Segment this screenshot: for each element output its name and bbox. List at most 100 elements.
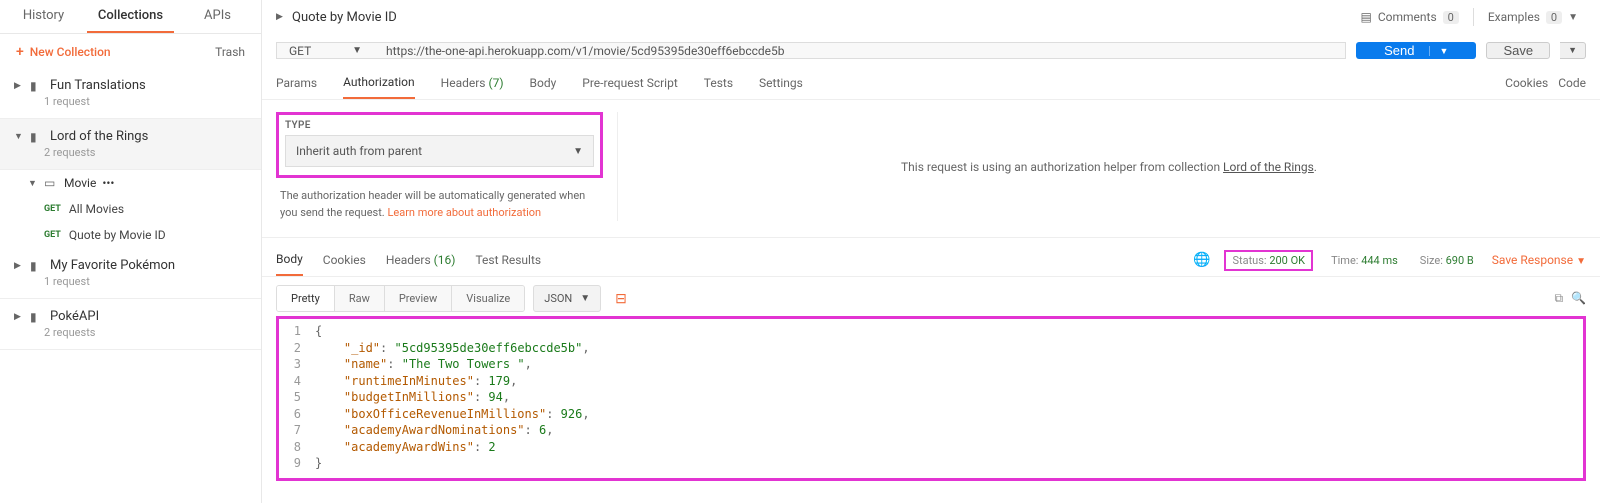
line-number: 2 bbox=[279, 340, 315, 357]
method-badge: GET bbox=[44, 204, 61, 214]
collection-name: PokéAPI bbox=[50, 309, 99, 324]
copy-icon[interactable]: ⧉ bbox=[1554, 291, 1563, 306]
plus-icon: + bbox=[16, 44, 24, 60]
chevron-down-icon[interactable]: ▼ bbox=[1429, 46, 1449, 56]
chevron-right-icon: ▶ bbox=[14, 261, 24, 271]
code-line: 4 "runtimeInMinutes": 179, bbox=[279, 373, 1583, 390]
auth-type-value: Inherit auth from parent bbox=[296, 144, 422, 158]
resp-headers-label: Headers bbox=[386, 253, 431, 267]
size-value: 690 B bbox=[1446, 254, 1474, 267]
method-value: GET bbox=[289, 44, 311, 58]
time-value: 444 ms bbox=[1361, 254, 1398, 267]
method-select[interactable]: GET ▼ bbox=[276, 42, 374, 59]
resp-tab-cookies[interactable]: Cookies bbox=[323, 245, 366, 275]
view-raw[interactable]: Raw bbox=[335, 286, 385, 311]
breadcrumb-title: Quote by Movie ID bbox=[292, 10, 397, 25]
auth-type-select[interactable]: Inherit auth from parent ▼ bbox=[285, 135, 594, 167]
save-response-button[interactable]: Save Response ▼ bbox=[1492, 253, 1586, 267]
line-number: 6 bbox=[279, 406, 315, 423]
collection-sub: 1 request bbox=[44, 275, 247, 288]
divider bbox=[1473, 8, 1474, 26]
folder-icon: ▮ bbox=[30, 130, 44, 144]
headers-count: (7) bbox=[488, 76, 503, 90]
size-meta: Size: 690 B bbox=[1416, 252, 1478, 269]
code-line: 8 "academyAwardWins": 2 bbox=[279, 439, 1583, 456]
size-label: Size: bbox=[1420, 254, 1443, 267]
tab-tests[interactable]: Tests bbox=[704, 68, 733, 98]
chevron-down-icon: ▼ bbox=[14, 131, 24, 142]
tab-prerequest[interactable]: Pre-request Script bbox=[582, 68, 677, 98]
format-select[interactable]: JSON ▼ bbox=[533, 285, 601, 312]
view-pretty[interactable]: Pretty bbox=[277, 286, 335, 311]
tab-body[interactable]: Body bbox=[530, 68, 557, 98]
tab-apis[interactable]: APIs bbox=[174, 0, 261, 33]
globe-icon[interactable]: 🌐 bbox=[1193, 252, 1210, 268]
examples-count: 0 bbox=[1546, 11, 1562, 24]
tab-headers[interactable]: Headers (7) bbox=[441, 68, 504, 98]
save-button[interactable]: Save bbox=[1486, 42, 1550, 59]
more-icon[interactable]: ••• bbox=[102, 176, 114, 190]
topbar: ▶ Quote by Movie ID ▤ Comments 0 Example… bbox=[262, 0, 1600, 32]
auth-description: The authorization header will be automat… bbox=[276, 188, 603, 221]
wrap-lines-icon[interactable]: ⊟ bbox=[611, 287, 631, 311]
auth-parent-link[interactable]: Lord of the Rings bbox=[1223, 160, 1314, 174]
line-number: 7 bbox=[279, 422, 315, 439]
examples-button[interactable]: Examples 0 ▼ bbox=[1480, 6, 1586, 28]
code-line: 9} bbox=[279, 455, 1583, 472]
chevron-down-icon: ▼ bbox=[573, 146, 583, 157]
response-view-row: Pretty Raw Preview Visualize JSON ▼ ⊟ ⧉ … bbox=[262, 277, 1600, 316]
line-number: 3 bbox=[279, 356, 315, 373]
method-badge: GET bbox=[44, 230, 61, 240]
resp-tab-testresults[interactable]: Test Results bbox=[475, 245, 541, 275]
collection-sub: 2 requests bbox=[44, 146, 247, 159]
search-icon[interactable]: 🔍 bbox=[1571, 291, 1586, 306]
url-input[interactable]: https://the-one-api.herokuapp.com/v1/mov… bbox=[374, 42, 1346, 59]
trash-link[interactable]: Trash bbox=[215, 45, 245, 59]
format-value: JSON bbox=[544, 292, 572, 305]
request-item[interactable]: GET Quote by Movie ID bbox=[0, 222, 261, 248]
tab-history[interactable]: History bbox=[0, 0, 87, 33]
send-button[interactable]: Send ▼ bbox=[1356, 42, 1476, 59]
resp-tab-headers[interactable]: Headers (16) bbox=[386, 245, 456, 275]
request-name: Quote by Movie ID bbox=[69, 228, 166, 242]
chevron-right-icon[interactable]: ▶ bbox=[276, 12, 286, 22]
request-tabs: Params Authorization Headers (7) Body Pr… bbox=[262, 63, 1600, 100]
save-dropdown[interactable]: ▼ bbox=[1560, 42, 1586, 59]
collection-item[interactable]: ▶ ▮ PokéAPI 2 requests bbox=[0, 299, 261, 350]
code-link[interactable]: Code bbox=[1558, 76, 1586, 90]
comments-button[interactable]: ▤ Comments 0 bbox=[1353, 6, 1467, 28]
collection-name: Fun Translations bbox=[50, 78, 146, 93]
new-collection-label: New Collection bbox=[30, 45, 111, 59]
view-preview[interactable]: Preview bbox=[385, 286, 452, 311]
chevron-down-icon: ▼ bbox=[28, 178, 38, 189]
request-item[interactable]: GET All Movies bbox=[0, 196, 261, 222]
tab-settings[interactable]: Settings bbox=[759, 68, 803, 98]
cookies-link[interactable]: Cookies bbox=[1505, 76, 1548, 90]
chevron-right-icon: ▶ bbox=[14, 81, 24, 91]
learn-more-link[interactable]: Learn more about authorization bbox=[387, 206, 541, 219]
comments-count: 0 bbox=[1443, 11, 1459, 24]
time-label: Time: bbox=[1331, 254, 1358, 267]
folder-name: Movie bbox=[64, 176, 96, 190]
tab-authorization[interactable]: Authorization bbox=[343, 67, 415, 99]
collection-item[interactable]: ▶ ▮ My Favorite Pokémon 1 request bbox=[0, 248, 261, 299]
main-panel: ▶ Quote by Movie ID ▤ Comments 0 Example… bbox=[262, 0, 1600, 503]
code-line: 3 "name": "The Two Towers ", bbox=[279, 356, 1583, 373]
folder-item[interactable]: ▼ ▭ Movie ••• bbox=[0, 170, 261, 196]
chevron-down-icon: ▼ bbox=[352, 45, 362, 56]
tab-params[interactable]: Params bbox=[276, 68, 317, 98]
collection-sub: 1 request bbox=[44, 95, 247, 108]
auth-panel: TYPE Inherit auth from parent ▼ The auth… bbox=[262, 100, 1600, 238]
view-visualize[interactable]: Visualize bbox=[452, 286, 524, 311]
new-collection-button[interactable]: + New Collection bbox=[16, 44, 111, 60]
collection-item[interactable]: ▶ ▮ Fun Translations 1 request bbox=[0, 68, 261, 119]
line-number: 1 bbox=[279, 323, 315, 340]
resp-tab-body[interactable]: Body bbox=[276, 244, 303, 276]
sidebar: History Collections APIs + New Collectio… bbox=[0, 0, 262, 503]
collection-item[interactable]: ▼ ▮ Lord of the Rings 2 requests bbox=[0, 119, 261, 170]
folder-icon: ▮ bbox=[30, 310, 44, 324]
status-highlight: Status: 200 OK bbox=[1224, 250, 1313, 271]
examples-label: Examples bbox=[1488, 10, 1540, 24]
tab-collections[interactable]: Collections bbox=[87, 0, 174, 33]
response-body-highlight: 1{2 "_id": "5cd95395de30eff6ebccde5b",3 … bbox=[276, 316, 1586, 481]
